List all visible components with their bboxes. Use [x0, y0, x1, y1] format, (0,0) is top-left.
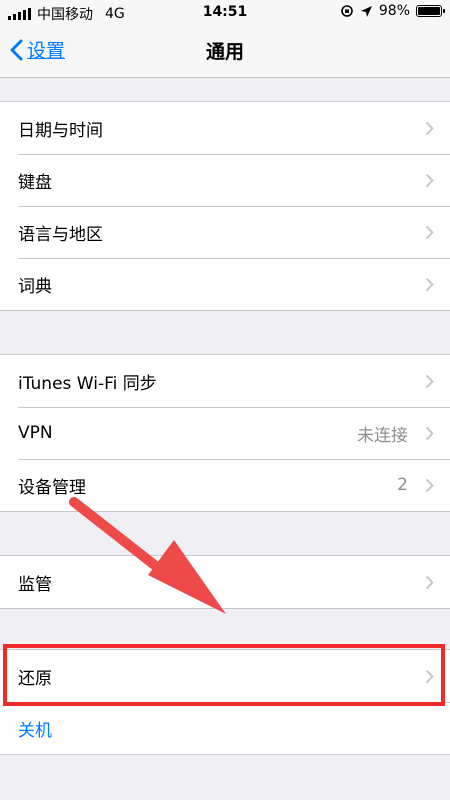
arrow-annotation-icon: [69, 497, 226, 614]
